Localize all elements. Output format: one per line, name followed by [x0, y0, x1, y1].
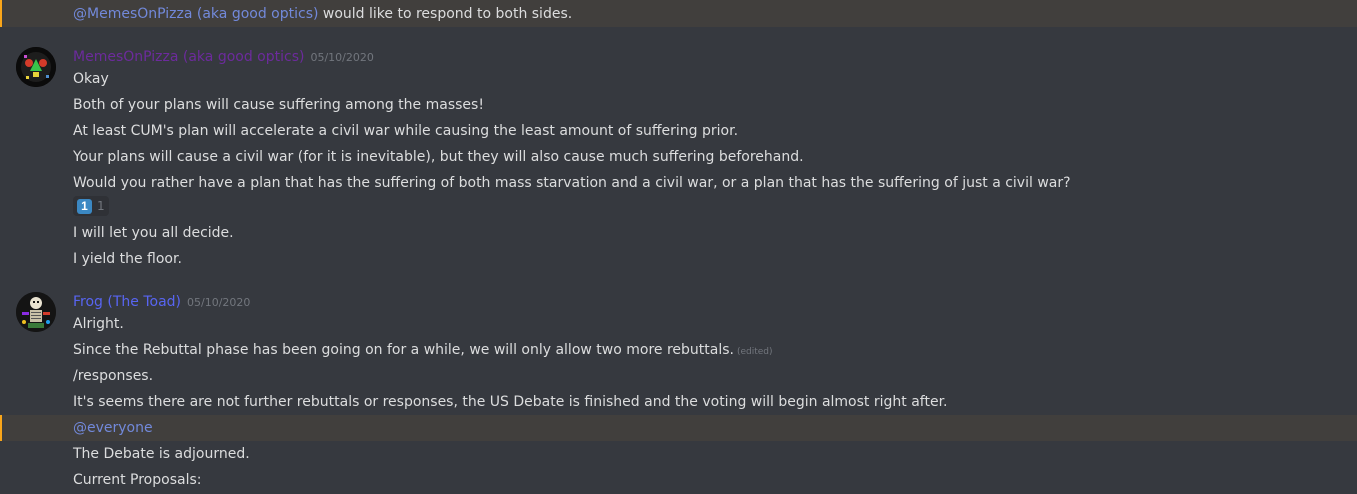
- message-header: MemesOnPizza (aka good optics) 05/10/2020: [73, 47, 374, 68]
- message-line: Both of your plans will cause suffering …: [73, 97, 484, 113]
- skeleton-avatar-icon: [16, 292, 56, 332]
- message-line: At least CUM's plan will accelerate a ci…: [73, 123, 739, 139]
- message-line: The Debate is adjourned.: [73, 446, 250, 462]
- message-line: It's seems there are not further rebutta…: [73, 394, 948, 410]
- message-line: /responses.: [73, 368, 154, 384]
- message-line: I yield the floor.: [73, 251, 182, 267]
- reaction-count: 1: [97, 199, 105, 213]
- timestamp: 05/10/2020: [310, 51, 374, 64]
- message-line: Alright.: [73, 316, 124, 332]
- message-header: Frog (The Toad) 05/10/2020: [73, 292, 250, 313]
- mention-highlight: [0, 415, 1357, 441]
- keycap-one-icon: 1: [77, 198, 92, 214]
- message-line: Since the Rebuttal phase has been going …: [73, 340, 773, 362]
- author-name[interactable]: MemesOnPizza (aka good optics): [73, 49, 304, 65]
- message-line: @everyone: [73, 418, 153, 438]
- message-line: Okay: [73, 71, 109, 87]
- message-line: Would you rather have a plan that has th…: [73, 175, 1071, 191]
- pixel-art-avatar-icon: [16, 47, 56, 87]
- avatar[interactable]: [16, 47, 56, 87]
- message-line: Current Proposals:: [73, 472, 202, 488]
- user-mention[interactable]: @MemesOnPizza (aka good optics): [73, 6, 318, 22]
- message-line: @MemesOnPizza (aka good optics) would li…: [73, 4, 572, 24]
- timestamp: 05/10/2020: [187, 296, 251, 309]
- author-name[interactable]: Frog (The Toad): [73, 294, 181, 310]
- everyone-mention[interactable]: @everyone: [73, 420, 153, 436]
- edited-label: (edited): [736, 347, 773, 357]
- message-line: I will let you all decide.: [73, 225, 234, 241]
- message-text: Since the Rebuttal phase has been going …: [73, 342, 734, 358]
- message-line: Your plans will cause a civil war (for i…: [73, 149, 804, 165]
- chat-messages: @MemesOnPizza (aka good optics) would li…: [0, 0, 1357, 494]
- avatar[interactable]: [16, 292, 56, 332]
- reaction-button[interactable]: 1 1: [73, 196, 109, 216]
- message-text: would like to respond to both sides.: [318, 6, 573, 22]
